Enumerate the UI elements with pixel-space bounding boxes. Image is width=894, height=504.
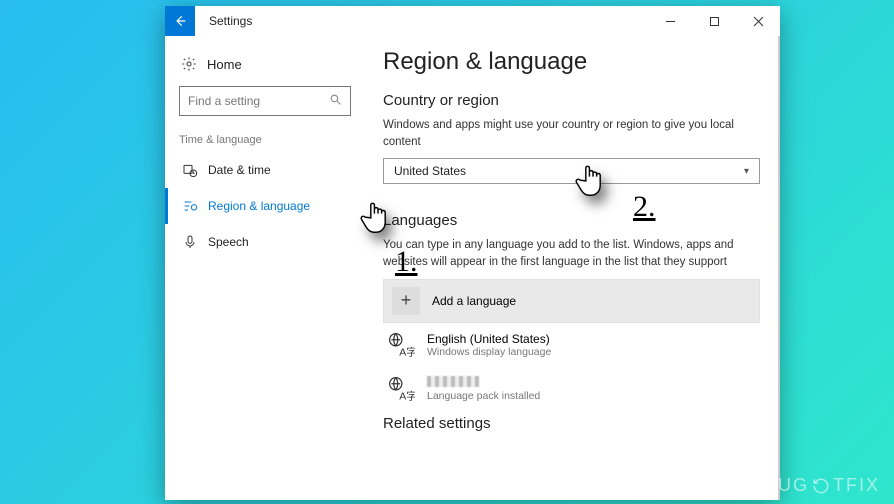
- country-dropdown-value: United States: [394, 164, 466, 178]
- sidebar-home[interactable]: Home: [165, 52, 365, 82]
- sidebar-item-label: Region & language: [208, 199, 310, 213]
- svg-text:A字: A字: [399, 345, 415, 358]
- section-related-heading: Related settings: [383, 415, 760, 432]
- languages-description: You can type in any language you add to …: [383, 237, 760, 270]
- search-icon: [329, 93, 342, 109]
- content-pane: Region & language Country or region Wind…: [365, 36, 780, 500]
- plus-icon: +: [392, 287, 420, 315]
- sidebar-item-speech[interactable]: Speech: [165, 224, 365, 260]
- language-name-redacted: [427, 376, 540, 390]
- add-language-label: Add a language: [432, 294, 516, 308]
- language-glyph-icon: A字: [387, 331, 415, 359]
- titlebar: Settings: [165, 6, 780, 36]
- sidebar-item-label: Date & time: [208, 163, 271, 177]
- svg-text:A字: A字: [399, 389, 415, 402]
- calendar-clock-icon: [182, 162, 198, 178]
- language-subtext: Windows display language: [427, 346, 551, 358]
- close-button[interactable]: [736, 6, 780, 36]
- country-description: Windows and apps might use your country …: [383, 117, 760, 150]
- search-placeholder: Find a setting: [188, 94, 260, 108]
- maximize-button[interactable]: [692, 6, 736, 36]
- minimize-button[interactable]: [648, 6, 692, 36]
- gear-icon: [181, 56, 197, 72]
- country-dropdown[interactable]: United States ▾: [383, 158, 760, 184]
- language-name: English (United States): [427, 332, 551, 346]
- page-title: Region & language: [383, 48, 760, 76]
- section-country-heading: Country or region: [383, 92, 760, 109]
- watermark: UG TFIX: [778, 475, 880, 496]
- language-row[interactable]: A字 Language pack installed: [383, 367, 760, 411]
- section-languages-heading: Languages: [383, 212, 760, 229]
- sidebar-item-label: Speech: [208, 235, 249, 249]
- sidebar: Home Find a setting Time & language Date…: [165, 36, 365, 500]
- settings-window: Settings Home Find a setting: [165, 6, 780, 500]
- sidebar-item-date-time[interactable]: Date & time: [165, 152, 365, 188]
- search-input[interactable]: Find a setting: [179, 86, 351, 116]
- back-button[interactable]: [165, 6, 195, 36]
- language-glyph-icon: A字: [387, 375, 415, 403]
- window-title: Settings: [209, 14, 252, 28]
- microphone-icon: [182, 234, 198, 250]
- globe-text-icon: [182, 198, 198, 214]
- language-subtext: Language pack installed: [427, 390, 540, 402]
- sidebar-item-region-language[interactable]: Region & language: [165, 188, 365, 224]
- chevron-down-icon: ▾: [744, 166, 749, 177]
- sidebar-group-label: Time & language: [165, 128, 365, 152]
- add-language-button[interactable]: + Add a language: [383, 279, 760, 323]
- sidebar-home-label: Home: [207, 57, 242, 72]
- language-row[interactable]: A字 English (United States) Windows displ…: [383, 323, 760, 367]
